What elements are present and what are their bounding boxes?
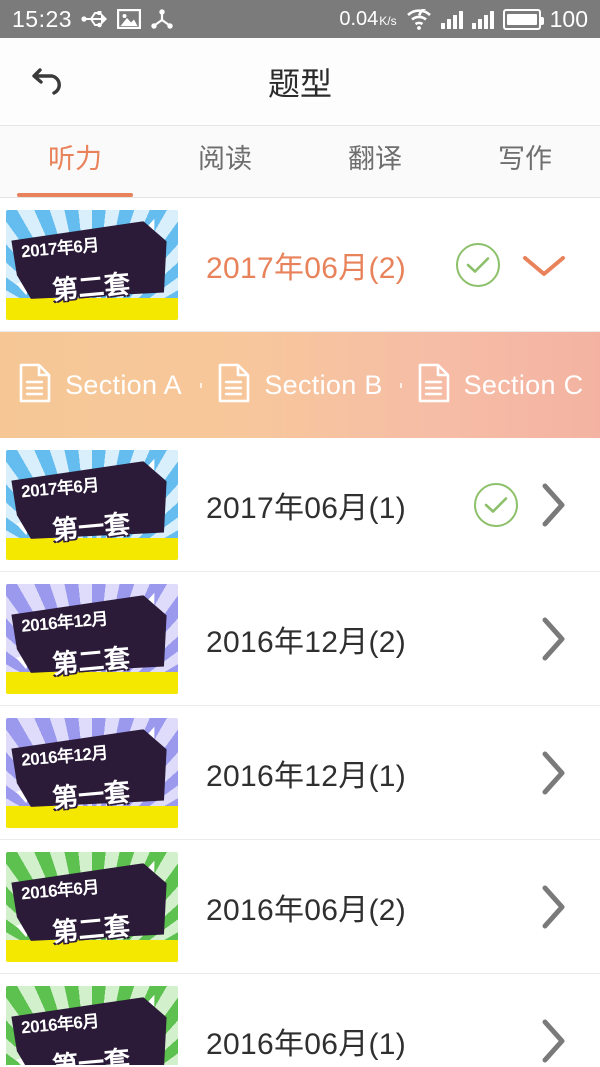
thumbnail-set-label: 第二套 <box>51 642 132 680</box>
status-right-icons: 0.04 K/s 100 <box>339 6 588 33</box>
tab-writing[interactable]: 写作 <box>450 126 600 197</box>
document-icon <box>417 363 451 408</box>
status-time: 15:23 <box>12 5 73 32</box>
table-row[interactable]: 2016年12月 第一套 2016年12月(1) <box>0 706 600 840</box>
share-icon <box>151 8 173 30</box>
table-row[interactable]: 2017年6月 第二套 2017年06月(2) <box>0 198 600 332</box>
page-title: 题型 <box>267 65 332 102</box>
tab-listening[interactable]: 听力 <box>0 126 150 197</box>
exam-title: 2017年06月(1) <box>206 491 407 525</box>
usb-icon <box>81 9 108 29</box>
tab-label: 写作 <box>498 144 552 174</box>
battery-icon <box>502 8 544 30</box>
document-icon <box>217 363 251 408</box>
tab-underline <box>17 193 133 197</box>
chevron-right-icon[interactable] <box>536 479 570 531</box>
tab-underline <box>467 193 583 197</box>
section-item-c[interactable]: Section C <box>400 363 600 408</box>
table-row[interactable]: 2016年6月 第一套 2016年06月(1) <box>0 974 600 1065</box>
document-icon <box>18 363 52 408</box>
status-bar: 15:23 0.04 K/s 100 <box>0 0 600 38</box>
back-arrow-icon <box>28 58 72 105</box>
tab-label: 翻译 <box>348 144 402 174</box>
exam-title: 2016年06月(2) <box>206 893 407 927</box>
thumbnail-set-label: 第二套 <box>51 268 132 306</box>
table-row[interactable]: 2017年6月 第一套 2017年06月(1) <box>0 438 600 572</box>
section-item-a[interactable]: Section A <box>0 363 200 408</box>
signal-icon <box>440 10 463 29</box>
row-icons <box>474 479 600 531</box>
row-icons <box>536 1015 600 1066</box>
exam-list[interactable]: 2017年6月 第二套 2017年06月(2) Section A Section BS… <box>0 198 600 1065</box>
page-header: 题型 <box>0 38 600 126</box>
tab-underline <box>167 193 283 197</box>
row-icons <box>536 747 600 799</box>
exam-thumbnail: 2016年12月 第二套 <box>6 583 178 694</box>
wifi-icon <box>406 8 432 30</box>
app-root: 15:23 0.04 K/s 100 题型 听力 阅读 翻译 写作 2017年6… <box>0 0 600 1067</box>
exam-thumbnail: 2017年6月 第二套 <box>6 209 178 320</box>
chevron-right-icon[interactable] <box>536 747 570 799</box>
back-button[interactable] <box>14 38 86 125</box>
exam-title: 2016年12月(1) <box>206 759 407 793</box>
tab-label: 听力 <box>48 144 102 174</box>
row-icons <box>536 613 600 665</box>
exam-title: 2016年06月(1) <box>206 1027 407 1061</box>
chevron-right-icon[interactable] <box>536 881 570 933</box>
chevron-down-icon[interactable] <box>518 248 570 282</box>
tab-reading[interactable]: 阅读 <box>150 126 300 197</box>
section-label: Section C <box>463 369 584 400</box>
thumbnail-set-label: 第二套 <box>51 910 132 948</box>
section-label: Section A <box>65 369 182 400</box>
row-icons <box>536 881 600 933</box>
exam-title: 2016年12月(2) <box>206 625 407 659</box>
completed-check-icon <box>456 242 500 287</box>
table-row[interactable]: 2016年6月 第二套 2016年06月(2) <box>0 840 600 974</box>
tab-bar: 听力 阅读 翻译 写作 <box>0 126 600 198</box>
exam-thumbnail: 2016年6月 第一套 <box>6 985 178 1065</box>
section-bar: Section A Section B Section C <box>0 332 600 438</box>
network-speed: 0.04 K/s <box>339 8 396 31</box>
tab-label: 阅读 <box>198 144 252 174</box>
tab-underline <box>317 193 433 197</box>
signal-icon <box>471 10 494 29</box>
table-row[interactable]: 2016年12月 第二套 2016年12月(2) <box>0 572 600 706</box>
exam-thumbnail: 2017年6月 第一套 <box>6 449 178 560</box>
image-icon <box>117 9 142 29</box>
exam-thumbnail: 2016年12月 第一套 <box>6 717 178 828</box>
thumbnail-set-label: 第一套 <box>51 508 132 546</box>
network-speed-unit: K/s <box>379 13 397 28</box>
network-speed-value: 0.04 <box>339 7 379 30</box>
section-item-b[interactable]: Section B <box>200 363 400 408</box>
completed-check-icon <box>474 482 518 527</box>
chevron-right-icon[interactable] <box>536 1015 570 1066</box>
status-left-icons <box>81 8 173 30</box>
chevron-right-icon[interactable] <box>536 613 570 665</box>
exam-title: 2017年06月(2) <box>206 251 407 285</box>
tab-translation[interactable]: 翻译 <box>300 126 450 197</box>
battery-level: 100 <box>549 5 588 32</box>
exam-thumbnail: 2016年6月 第二套 <box>6 851 178 962</box>
thumbnail-set-label: 第一套 <box>51 776 132 814</box>
section-label: Section B <box>264 369 383 400</box>
row-icons <box>456 242 600 287</box>
